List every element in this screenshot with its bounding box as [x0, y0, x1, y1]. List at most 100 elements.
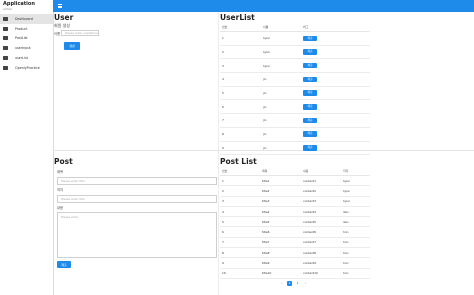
table-cell: jin [261, 86, 301, 101]
sidebar-item-userlist[interactable]: userList [0, 53, 53, 63]
row-action-button[interactable]: 제출 [303, 62, 317, 69]
postlist-table: 번호 제목 내용 저자 1 title1 content1 hyun 2 title2 co… [220, 167, 370, 279]
column-header: 이름 [261, 23, 301, 32]
post-title-input[interactable]: Please enter title [57, 177, 217, 185]
row-action-button[interactable]: 제출 [303, 131, 317, 137]
table-cell: content7 [301, 237, 341, 249]
sidebar-nav: Dashboard Product PostList userInput use… [0, 14, 53, 73]
create-user-button[interactable]: 생성 [64, 42, 80, 50]
table-cell: 5 [220, 216, 260, 228]
table-cell: 제출 [301, 141, 370, 156]
table-cell: hyun [341, 185, 370, 197]
table-cell: 4 [220, 206, 260, 218]
sidebar-item-dashboard[interactable]: Dashboard [0, 14, 53, 24]
table-cell: 7 [220, 237, 260, 249]
table-cell: title5 [260, 216, 301, 228]
postlist-body: 1 title1 content1 hyun 2 title2 content2 hyun 3 t… [220, 175, 370, 279]
top-app-bar [53, 0, 474, 12]
hamburger-menu-icon[interactable] [58, 4, 62, 9]
row-action-button[interactable]: 제출 [303, 117, 317, 124]
sidebar-item-openlypractice[interactable]: OpenlyPractice [0, 63, 53, 73]
table-row: 2 title2 content2 hyun [220, 185, 370, 197]
page-button[interactable]: 1 [287, 281, 292, 286]
table-row: 6 jin 제출 [220, 99, 370, 115]
table-row: 10 title10 content10 hnn [220, 268, 370, 279]
table-cell: title1 [260, 175, 301, 187]
userlist-body: 1 hyun 제출 2 hyun 제출 3 hyun 제출 4 jin 제출 5 jin 제출 6 jin 제출 7… [220, 31, 370, 156]
table-cell: 4 [220, 72, 261, 87]
row-action-button[interactable]: 제출 [303, 104, 317, 110]
table-cell: 8 [220, 127, 261, 142]
prev-page-button[interactable]: ‹ [279, 281, 284, 286]
userlist-header-row: 번호 이름 버그 [220, 23, 370, 32]
table-cell: 9 [220, 141, 261, 156]
column-header: 저자 [341, 167, 370, 176]
table-cell: 8 [220, 247, 260, 259]
table-cell: 제출 [301, 99, 370, 115]
row-action-button[interactable]: 제출 [303, 145, 317, 151]
sidebar-item-label: PostList [15, 36, 28, 41]
page-button[interactable]: 2 [295, 281, 300, 286]
sidebar-item-postlist[interactable]: PostList [0, 34, 53, 44]
table-cell: jin [261, 72, 301, 87]
table-cell: 제출 [301, 86, 370, 101]
table-cell: content8 [301, 247, 341, 259]
sidebar: Application admin Dashboard Product Post… [0, 0, 54, 295]
table-cell: 제출 [301, 113, 370, 128]
table-cell: 제출 [301, 127, 370, 142]
column-divider [218, 12, 219, 295]
post-title: Post [54, 157, 73, 166]
table-cell: title9 [260, 257, 301, 269]
table-row: 5 jin 제출 [220, 86, 370, 101]
username-input[interactable]: Please enter userName [61, 30, 99, 36]
table-cell: hyun [261, 45, 301, 60]
post-content-textarea[interactable]: Please enter [57, 212, 217, 258]
postlist-icon [3, 36, 8, 41]
table-row: 3 title3 content3 hyun [220, 196, 370, 207]
table-cell: content10 [301, 268, 341, 279]
row-action-button[interactable]: 제출 [303, 35, 317, 42]
post-author-label: 저자 [57, 188, 64, 192]
table-cell: 1 [220, 175, 260, 187]
app-subtitle: admin [3, 7, 13, 11]
column-header: 내용 [301, 167, 341, 176]
table-cell: 제출 [301, 45, 370, 60]
next-page-button[interactable]: › [303, 281, 308, 286]
sidebar-item-userinput[interactable]: userInput [0, 43, 53, 53]
table-cell: 3 [220, 58, 261, 74]
table-cell: 6 [220, 99, 261, 115]
row-action-button[interactable]: 제출 [303, 76, 317, 83]
table-row: 1 hyun 제출 [220, 31, 370, 46]
name-label: 이름 [54, 32, 61, 36]
table-cell: jin [261, 127, 301, 142]
table-row: 4 jin 제출 [220, 72, 370, 87]
table-cell: 6 [220, 226, 260, 238]
table-cell: hyun [341, 175, 370, 187]
post-author-input[interactable]: Please enter title [57, 195, 217, 203]
pagination: ‹ 1 2 › [279, 281, 308, 286]
table-row: 4 title4 content4 dan [220, 206, 370, 218]
row-action-button[interactable]: 제출 [303, 49, 317, 55]
table-row: 7 title7 content7 hnn [220, 237, 370, 249]
product-icon [3, 26, 8, 31]
table-cell: 1 [220, 31, 261, 46]
table-cell: title8 [260, 247, 301, 259]
row-action-button[interactable]: 제출 [303, 90, 317, 96]
table-cell: 3 [220, 196, 260, 207]
table-cell: 제출 [301, 31, 370, 46]
table-row: 9 jin 제출 [220, 141, 370, 156]
table-cell: dan [341, 216, 370, 228]
userlist-table: 번호 이름 버그 1 hyun 제출 2 hyun 제출 3 hyun 제출 4 jin 제출 5 jin… [220, 23, 370, 156]
table-cell: 2 [220, 45, 261, 60]
post-content-label: 내용 [57, 206, 64, 210]
table-cell: 제출 [301, 72, 370, 87]
table-cell: title6 [260, 226, 301, 238]
practice-icon [3, 65, 8, 70]
userinput-icon [3, 46, 8, 51]
sidebar-item-product[interactable]: Product [0, 24, 53, 34]
table-cell: title10 [260, 268, 301, 279]
table-cell: content1 [301, 175, 341, 187]
table-cell: title3 [260, 196, 301, 207]
submit-post-button[interactable]: 제출 [57, 261, 71, 268]
sidebar-item-label: Product [15, 26, 28, 31]
